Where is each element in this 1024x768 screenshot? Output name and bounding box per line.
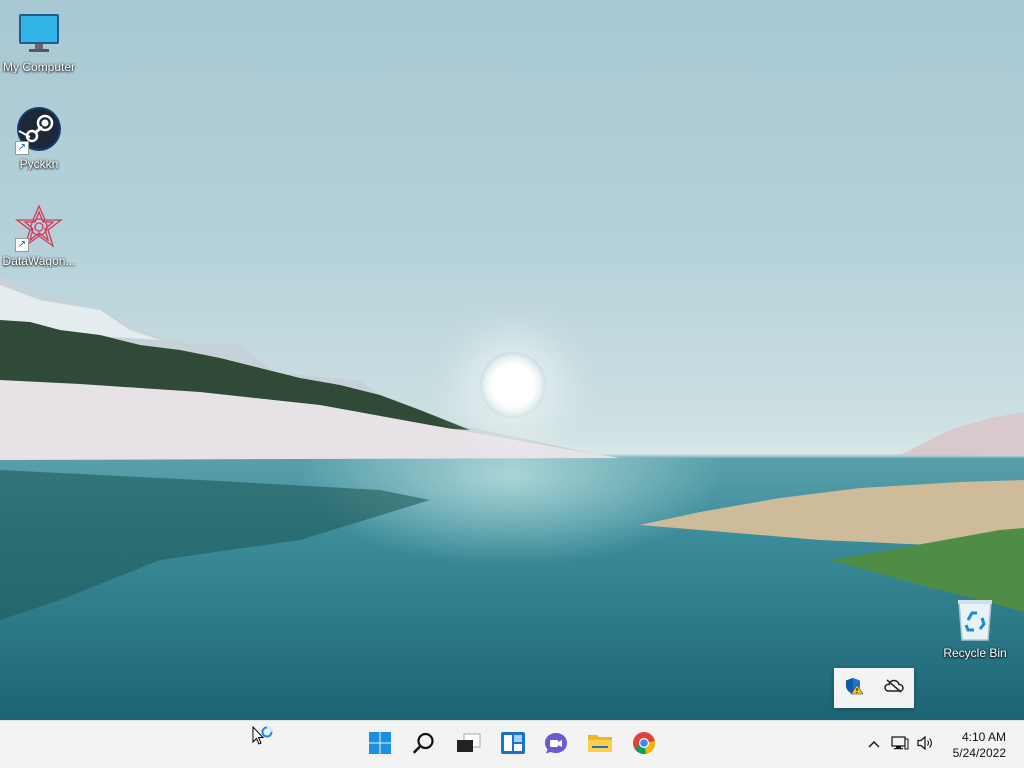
widgets-button[interactable] <box>497 729 529 761</box>
steam-icon: ↗ <box>15 107 63 155</box>
desktop-icon-label: My Computer <box>2 60 76 74</box>
network-icon <box>891 735 909 756</box>
chevron-up-icon <box>867 736 881 754</box>
network-button[interactable] <box>890 735 910 755</box>
start-button[interactable] <box>364 729 396 761</box>
volume-button[interactable] <box>916 735 936 755</box>
file-explorer-icon <box>587 732 613 759</box>
desktop-icon-label: Recycle Bin <box>943 646 1007 660</box>
desktop-icon-label: Pyckkn <box>19 157 59 171</box>
show-hidden-icons-button[interactable] <box>864 735 884 755</box>
windows-security-warning-icon[interactable] <box>845 677 864 700</box>
file-explorer-button[interactable] <box>584 729 616 761</box>
volume-icon <box>917 735 935 756</box>
chat-button[interactable] <box>540 729 572 761</box>
task-view-button[interactable] <box>452 729 484 761</box>
datawagon-icon: ↗ <box>15 204 63 252</box>
search-button[interactable] <box>408 729 440 761</box>
shortcut-arrow-icon: ↗ <box>15 238 29 252</box>
teams-chat-icon <box>543 731 569 760</box>
chrome-button[interactable] <box>628 729 660 761</box>
shortcut-arrow-icon: ↗ <box>15 141 29 155</box>
computer-icon <box>15 10 63 58</box>
search-icon <box>412 731 436 760</box>
desktop-icon-recycle-bin[interactable]: Recycle Bin <box>936 596 1014 660</box>
recycle-bin-icon <box>951 596 999 644</box>
tray-overflow-popup <box>834 668 914 708</box>
chrome-icon <box>632 731 656 760</box>
taskbar: 4:10 AM 5/24/2022 <box>0 720 1024 768</box>
mouse-cursor-busy-icon <box>252 725 276 753</box>
desktop-icon-datawagon[interactable]: ↗ DataWagon... <box>0 204 78 268</box>
sun <box>480 352 546 418</box>
desktop-icon-pyckkn[interactable]: ↗ Pyckkn <box>0 107 78 171</box>
clock-date: 5/24/2022 <box>952 746 1006 760</box>
widgets-icon <box>500 731 526 760</box>
start-icon <box>368 731 392 760</box>
clock-time: 4:10 AM <box>961 730 1006 744</box>
clock[interactable]: 4:10 AM 5/24/2022 <box>953 729 1006 761</box>
onedrive-offline-icon[interactable] <box>883 678 904 698</box>
task-view-icon <box>455 732 481 759</box>
desktop-icon-my-computer[interactable]: My Computer <box>0 10 78 74</box>
desktop-icon-label: DataWagon... <box>2 254 76 268</box>
desktop-wallpaper[interactable]: My Computer ↗ Pyckkn ↗ DataWagon... Recy… <box>0 0 1024 720</box>
